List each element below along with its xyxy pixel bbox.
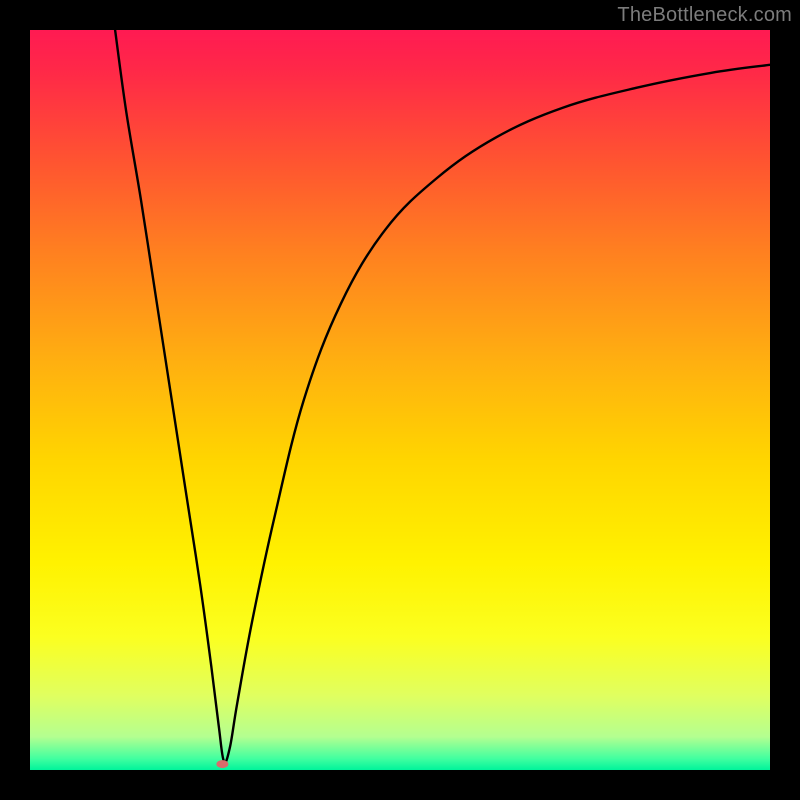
bottleneck-marker	[216, 760, 228, 768]
attribution-label: TheBottleneck.com	[617, 4, 792, 27]
bottleneck-chart	[30, 30, 770, 770]
chart-background	[30, 30, 770, 770]
chart-frame: TheBottleneck.com	[0, 0, 800, 800]
